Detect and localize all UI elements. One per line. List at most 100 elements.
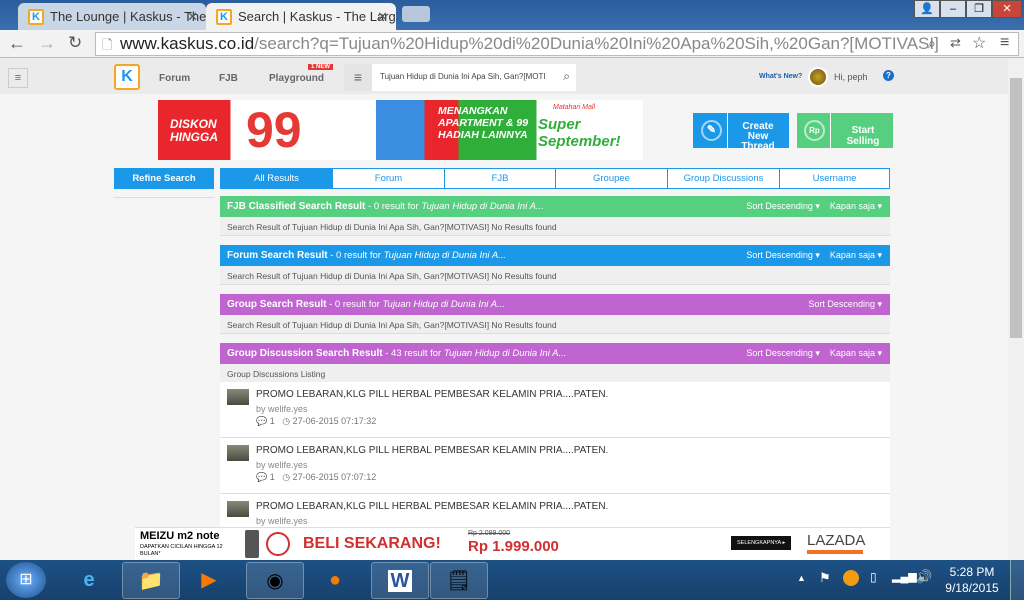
search-icon[interactable]: ⌕ xyxy=(563,69,570,84)
comment-icon: 💬 xyxy=(256,472,268,482)
time-dropdown[interactable]: Kapan saja ▾ xyxy=(830,348,882,358)
url-input[interactable]: 🗋 www.kaskus.co.id/search?q=Tujuan%20Hidu… xyxy=(95,32,1019,56)
group-discussion-listing-label: Group Discussions Listing xyxy=(220,364,890,383)
firefox-icon[interactable]: ● xyxy=(306,562,364,599)
list-item[interactable]: PROMO LEBARAN,KLG PILL HERBAL PEMBESAR K… xyxy=(220,438,890,494)
browser-tab[interactable]: K The Lounge | Kaskus - The ✕ xyxy=(18,3,206,30)
start-button[interactable]: ⊞ xyxy=(6,562,46,598)
back-icon[interactable]: ← xyxy=(8,33,26,54)
show-hidden-icons[interactable]: ▲ xyxy=(797,573,806,583)
fjb-section-header: FJB Classified Search Result - 0 result … xyxy=(220,196,890,217)
seal-badge xyxy=(266,532,290,556)
sidebar-toggle-icon[interactable]: ≡ xyxy=(8,68,28,88)
action-center-flag-icon[interactable]: ⚑ xyxy=(819,570,831,586)
promo-banner[interactable]: DISKON HINGGA 99 MENANGKAN APARTMENT & 9… xyxy=(158,100,643,160)
tab-groupee[interactable]: Groupee xyxy=(555,168,668,189)
discussion-title[interactable]: PROMO LEBARAN,KLG PILL HERBAL PEMBESAR K… xyxy=(256,389,608,400)
reload-icon[interactable]: ↻ xyxy=(68,33,82,53)
start-selling-button[interactable]: Rp Start Selling xyxy=(797,113,893,148)
thumbnail xyxy=(227,445,249,461)
avatar[interactable] xyxy=(808,67,828,87)
volume-icon[interactable]: 🔊 xyxy=(916,569,932,585)
author-link[interactable]: by welife.yes xyxy=(256,404,308,414)
author-link[interactable]: by welife.yes xyxy=(256,460,308,470)
file-explorer-icon[interactable]: 📁 xyxy=(122,562,180,599)
result-tabs: All Results Forum FJB Groupee Group Disc… xyxy=(220,168,890,189)
menu-icon[interactable]: ≡ xyxy=(1000,34,1009,52)
tab-all-results[interactable]: All Results xyxy=(220,168,333,189)
kaskus-favicon: K xyxy=(28,9,44,25)
system-clock[interactable]: 5:28 PM 9/18/2015 xyxy=(940,564,1004,596)
new-badge: 1 NEW xyxy=(308,64,334,70)
forum-section-message: Search Result of Tujuan Hidup di Dunia I… xyxy=(220,266,890,285)
forward-icon[interactable]: → xyxy=(38,33,56,54)
discussion-title[interactable]: PROMO LEBARAN,KLG PILL HERBAL PEMBESAR K… xyxy=(256,501,608,512)
scrollbar-thumb[interactable] xyxy=(1010,78,1022,338)
bottom-ad-banner[interactable]: MEIZU m2 note DAPATKAN CICILAN HINGGA 12… xyxy=(135,527,890,560)
category-menu-icon[interactable]: ≡ xyxy=(344,64,372,91)
tab-forum[interactable]: Forum xyxy=(332,168,445,189)
windows-taskbar: ⊞ e 📁 ▶ ◉ ● W 🗒 ▲ ⚑ ▯ ▂▄▆ 🔊 5:28 PM 9/18/… xyxy=(0,560,1024,600)
close-window-button[interactable]: ✕ xyxy=(992,0,1022,18)
refine-search-button[interactable]: Refine Search xyxy=(114,168,214,189)
nav-fjb[interactable]: FJB xyxy=(219,73,238,84)
create-new-thread-button[interactable]: ✎ Create New Thread xyxy=(693,113,789,152)
list-item[interactable]: PROMO LEBARAN,KLG PILL HERBAL PEMBESAR K… xyxy=(220,382,890,438)
time-dropdown[interactable]: Kapan saja ▾ xyxy=(830,201,882,211)
nav-forum[interactable]: Forum xyxy=(159,73,190,84)
forum-section-header: Forum Search Result - 0 result for Tujua… xyxy=(220,245,890,266)
time-dropdown[interactable]: Kapan saja ▾ xyxy=(830,250,882,260)
fjb-section-message: Search Result of Tujuan Hidup di Dunia I… xyxy=(220,217,890,236)
scrollbar[interactable] xyxy=(1008,58,1024,560)
maximize-button[interactable]: ❐ xyxy=(966,0,992,18)
tab-username[interactable]: Username xyxy=(779,168,890,189)
kaskus-favicon: K xyxy=(216,9,232,25)
clock-icon: ◷ xyxy=(282,416,291,426)
media-player-icon[interactable]: ▶ xyxy=(180,562,238,599)
close-tab-icon[interactable]: ✕ xyxy=(187,9,198,25)
chrome-icon[interactable]: ◉ xyxy=(246,562,304,599)
internet-explorer-icon[interactable]: e xyxy=(60,562,118,599)
tray-app-icon[interactable] xyxy=(843,570,859,586)
browser-tab-bar: K The Lounge | Kaskus - The ✕ K Search | Ka… xyxy=(0,0,1024,30)
network-signal-icon[interactable]: ▂▄▆ xyxy=(892,570,917,583)
new-tab-button[interactable] xyxy=(402,6,430,22)
battery-icon[interactable]: ▯ xyxy=(870,570,877,584)
browser-tab-active[interactable]: K Search | Kaskus - The Larg ✕ xyxy=(206,3,396,30)
rupiah-icon: Rp xyxy=(804,120,825,141)
sort-dropdown[interactable]: Sort Descending ▾ xyxy=(746,201,820,211)
search-input[interactable]: Tujuan Hidup di Dunia Ini Apa Sih, Gan?[… xyxy=(372,64,576,91)
word-icon[interactable]: W xyxy=(371,562,429,599)
comment-icon: 💬 xyxy=(256,416,268,426)
zoom-icon[interactable]: ⌕ xyxy=(928,35,936,52)
sort-dropdown[interactable]: Sort Descending ▾ xyxy=(746,348,820,358)
bookmark-star-icon[interactable]: ☆ xyxy=(972,33,986,53)
address-toolbar: ← → ↻ 🗋 www.kaskus.co.id/search?q=Tujuan%… xyxy=(0,30,1024,58)
nav-playground[interactable]: Playground xyxy=(269,73,324,84)
translate-icon[interactable]: ⇄ xyxy=(950,35,961,51)
group-section-header: Group Search Result - 0 result for Tujua… xyxy=(220,294,890,315)
pencil-icon: ✎ xyxy=(701,120,722,141)
minimize-button[interactable]: – xyxy=(940,0,966,18)
user-icon[interactable]: 👤 xyxy=(914,0,940,18)
show-desktop-button[interactable] xyxy=(1010,560,1024,600)
tab-group-discussions[interactable]: Group Discussions xyxy=(667,168,780,189)
user-greeting[interactable]: Hi, peph xyxy=(834,72,868,82)
whats-new-link[interactable]: What's New? xyxy=(759,73,802,80)
selengkapnya-button[interactable]: SELENGKAPNYA ▸ xyxy=(731,536,792,550)
author-link[interactable]: by welife.yes xyxy=(256,516,308,526)
group-discussion-section-header: Group Discussion Search Result - 43 resu… xyxy=(220,343,890,364)
thumbnail xyxy=(227,501,249,517)
phone-image xyxy=(245,530,259,558)
group-section-message: Search Result of Tujuan Hidup di Dunia I… xyxy=(220,315,890,334)
notepad-icon[interactable]: 🗒 xyxy=(430,562,488,599)
sort-dropdown[interactable]: Sort Descending ▾ xyxy=(746,250,820,260)
clock-icon: ◷ xyxy=(282,472,291,482)
kaskus-logo[interactable]: K xyxy=(114,64,140,90)
sort-dropdown[interactable]: Sort Descending ▾ xyxy=(808,299,882,309)
close-tab-icon[interactable]: ✕ xyxy=(377,9,388,25)
tab-fjb[interactable]: FJB xyxy=(444,168,556,189)
page-icon: 🗋 xyxy=(102,37,113,52)
discussion-title[interactable]: PROMO LEBARAN,KLG PILL HERBAL PEMBESAR K… xyxy=(256,445,608,456)
help-icon[interactable]: ? xyxy=(883,70,894,81)
